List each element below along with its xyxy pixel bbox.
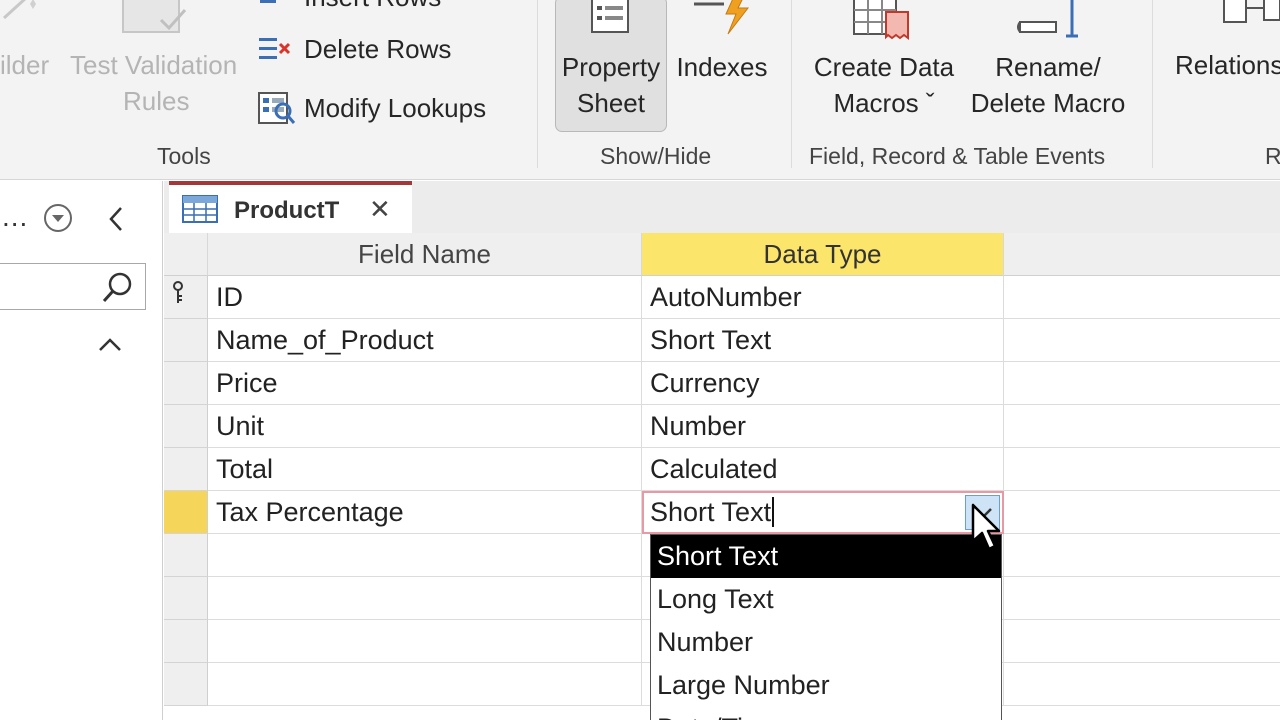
primary-key-icon <box>173 281 183 303</box>
field-name-cell[interactable]: Unit <box>208 405 642 448</box>
modify-lookups-icon <box>258 92 296 124</box>
data-type-cell[interactable]: AutoNumber <box>642 276 1004 319</box>
data-type-combobox[interactable]: Short Text <box>642 491 1004 534</box>
row-selector[interactable] <box>164 577 208 620</box>
close-icon[interactable]: ✕ <box>369 194 391 224</box>
field-name-cell[interactable] <box>208 620 642 663</box>
group-label-show-hide: Show/Hide <box>600 143 712 169</box>
description-cell[interactable] <box>1004 491 1280 534</box>
test-validation-rules-button[interactable]: Test Validation <box>70 50 237 81</box>
dropdown-option-short-text[interactable]: Short Text <box>651 535 1001 578</box>
nav-search-input[interactable] <box>0 263 146 310</box>
data-type-cell[interactable]: Number <box>642 405 1004 448</box>
create-data-macros-line2: Macros ˇ <box>833 88 935 118</box>
column-header-description[interactable] <box>1004 233 1280 276</box>
nav-pane-menu-icon[interactable] <box>42 202 74 234</box>
insert-rows-button[interactable]: Insert Rows <box>304 0 441 13</box>
property-sheet-label-line2: Sheet <box>577 88 645 118</box>
insert-rows-icon <box>260 0 276 3</box>
rename-macro-icon <box>1017 0 1078 38</box>
description-cell[interactable] <box>1004 663 1280 706</box>
property-sheet-icon <box>591 0 629 33</box>
row-selector-current[interactable] <box>164 491 208 534</box>
table-icon <box>182 195 218 223</box>
column-header-field-name[interactable]: Field Name <box>208 233 642 276</box>
description-cell[interactable] <box>1004 362 1280 405</box>
rename-delete-macro-line2: Delete Macro <box>970 88 1126 118</box>
field-name-cell[interactable] <box>208 534 642 577</box>
dropdown-option-long-text[interactable]: Long Text <box>651 578 1001 621</box>
group-label-relationships: R <box>1265 143 1280 169</box>
tab-title: ProductT <box>234 197 340 224</box>
delete-rows-button[interactable]: Delete Rows <box>304 34 451 65</box>
description-cell[interactable] <box>1004 276 1280 319</box>
data-type-dropdown-list: Short Text Long Text Number Large Number… <box>650 534 1002 720</box>
field-name-cell[interactable]: ID <box>208 276 642 319</box>
row-selector[interactable] <box>164 663 208 706</box>
search-icon <box>102 272 132 303</box>
nav-pane-title-ellipsis: ... <box>2 201 29 232</box>
navigation-pane: ... <box>0 181 163 720</box>
ribbon-separator <box>537 0 538 168</box>
text-caret <box>772 497 775 527</box>
wand-icon <box>2 0 36 20</box>
group-label-tools: Tools <box>157 143 211 169</box>
mouse-pointer-icon <box>971 503 1001 551</box>
modify-lookups-button[interactable]: Modify Lookups <box>304 93 486 124</box>
shutter-bar-close-icon[interactable] <box>104 203 128 235</box>
create-data-macros-button[interactable]: Create Data <box>808 49 960 85</box>
tab-productt[interactable]: ProductT ✕ <box>169 181 412 233</box>
data-type-cell[interactable]: Calculated <box>642 448 1004 491</box>
description-cell[interactable] <box>1004 319 1280 362</box>
row-selector[interactable] <box>164 534 208 577</box>
rename-delete-macro-button[interactable]: Rename/ <box>968 49 1128 85</box>
ribbon-separator <box>1152 0 1153 168</box>
ribbon-separator <box>791 0 792 168</box>
row-selector[interactable] <box>164 620 208 663</box>
description-cell[interactable] <box>1004 448 1280 491</box>
field-name-cell[interactable]: Name_of_Product <box>208 319 642 362</box>
field-name-cell[interactable]: Price <box>208 362 642 405</box>
field-name-cell[interactable] <box>208 663 642 706</box>
relationships-icon <box>1223 0 1280 23</box>
row-selector[interactable] <box>164 405 208 448</box>
data-type-cell[interactable]: Short Text <box>642 319 1004 362</box>
chevron-up-icon[interactable] <box>96 333 124 357</box>
field-name-cell[interactable]: Total <box>208 448 642 491</box>
create-data-macros-icon <box>853 0 909 40</box>
row-selector[interactable] <box>164 362 208 405</box>
indexes-icon <box>694 0 750 35</box>
delete-rows-icon <box>259 38 291 59</box>
ribbon: ilder Test Validation Rules Insert Rows … <box>0 0 1280 180</box>
column-header-data-type[interactable]: Data Type <box>642 233 1004 276</box>
test-validation-rules-line2: Rules <box>123 86 190 116</box>
document-area: ProductT ✕ Field Name Data Type ID AutoN… <box>164 181 1280 720</box>
dropdown-option-date-time[interactable]: Date/Time <box>651 707 1001 720</box>
indexes-button[interactable]: Indexes <box>672 49 772 85</box>
description-cell[interactable] <box>1004 534 1280 577</box>
row-selector[interactable] <box>164 448 208 491</box>
builder-button-label[interactable]: ilder <box>0 50 49 81</box>
field-name-cell[interactable]: Tax Percentage <box>208 491 642 534</box>
description-cell[interactable] <box>1004 620 1280 663</box>
dropdown-option-number[interactable]: Number <box>651 621 1001 664</box>
row-selector[interactable] <box>164 319 208 362</box>
description-cell[interactable] <box>1004 405 1280 448</box>
row-selector[interactable] <box>164 276 208 319</box>
dropdown-option-large-number[interactable]: Large Number <box>651 664 1001 707</box>
data-type-cell[interactable]: Currency <box>642 362 1004 405</box>
description-cell[interactable] <box>1004 577 1280 620</box>
select-all-corner[interactable] <box>164 233 208 276</box>
group-label-events: Field, Record & Table Events <box>809 143 1106 169</box>
field-name-cell[interactable] <box>208 577 642 620</box>
property-sheet-label-line1: Property <box>561 52 661 82</box>
relationships-button[interactable]: Relations <box>1175 50 1280 81</box>
test-validation-icon <box>122 0 187 33</box>
data-type-combobox-value: Short Text <box>650 497 772 527</box>
